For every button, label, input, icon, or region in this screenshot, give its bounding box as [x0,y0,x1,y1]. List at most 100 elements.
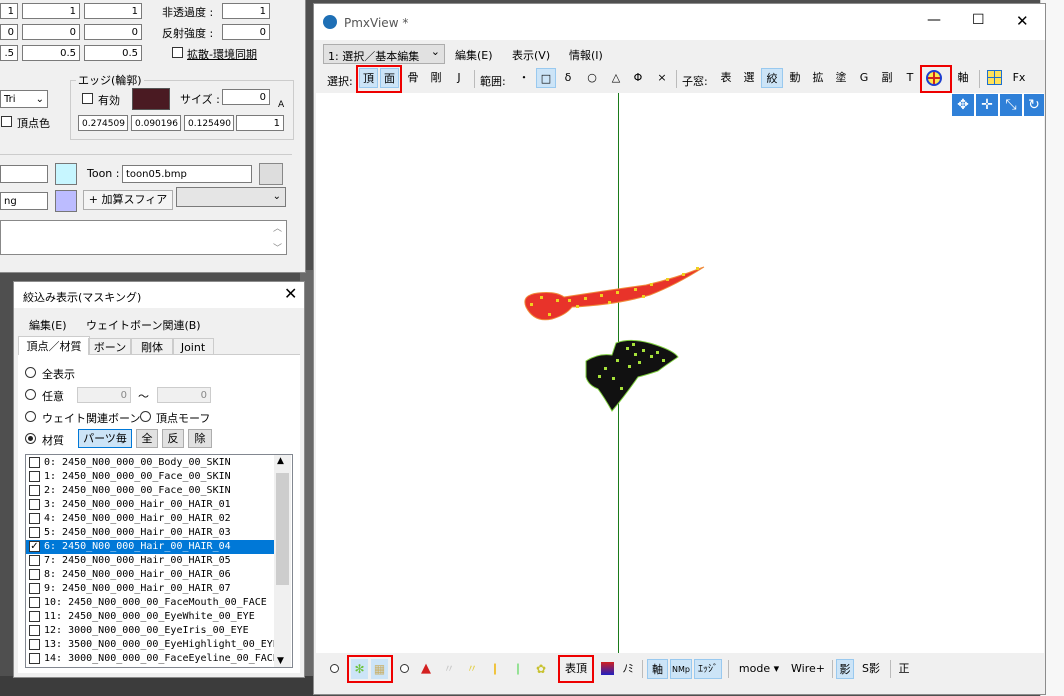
invert-button[interactable]: 反 [162,429,184,448]
list-item-checkbox[interactable] [29,625,40,636]
list-item[interactable]: 10: 2450_N00_000_00_FaceMouth_00_FACE [26,596,274,610]
maximize-icon[interactable]: ☐ [972,12,985,28]
mode-select[interactable]: 1: 選択／基本編集 ⌄ [323,44,445,64]
select-bone-button[interactable]: 骨 [404,68,422,88]
menu-edit[interactable]: 編集(E) [29,317,67,333]
sphere-select[interactable]: ⌄ [176,187,286,207]
list-item-checkbox[interactable] [29,555,40,566]
specular-r-field[interactable]: 0 [0,24,18,40]
reflect-field[interactable]: 0 [222,24,270,40]
any-to-field[interactable]: 0 [157,387,211,403]
specular-b-field[interactable]: 0 [84,24,142,40]
radio-weight-bone[interactable] [25,411,36,422]
list-item-checkbox[interactable] [29,611,40,622]
ambient-r-field[interactable]: .5 [0,45,18,61]
list-item-checkbox[interactable] [29,485,40,496]
list-item[interactable]: 9: 2450_N00_000_Hair_00_HAIR_07 [26,582,274,596]
diffuse-r-field[interactable]: 1 [0,3,18,19]
list-item[interactable]: 14: 3000_N00_000_00_FaceEyeline_00_FACE [26,652,279,666]
range-cross-button[interactable]: × [654,68,670,88]
range-triangle-button[interactable]: △ [608,68,624,88]
list-item[interactable]: 3: 2450_N00_000_Hair_00_HAIR_01 [26,498,274,512]
scroll-down-arrow-icon[interactable]: ▼ [277,656,284,666]
memo-textarea[interactable]: ︿ ﹀ [0,220,287,255]
self-shadow-button[interactable]: S影 [858,659,884,679]
list-item[interactable]: 7: 2450_N00_000_Hair_00_HAIR_05 [26,554,274,568]
range-delta-button[interactable]: δ [560,68,576,88]
toon-field[interactable]: toon05.bmp [122,165,252,183]
nomi-button[interactable]: ﾉﾐ [620,659,636,679]
menu-info[interactable]: 情報(I) [569,47,603,63]
edge-b-field[interactable]: 0.125490 [184,115,234,131]
normal-display-icon[interactable]: ▲ [418,661,434,677]
close-icon[interactable]: ✕ [284,284,297,303]
grid-icon[interactable] [987,70,1002,85]
range-phi-button[interactable]: Φ [630,68,646,88]
ambient-b-field[interactable]: 0.5 [84,45,142,61]
scroll-down-icon[interactable]: ﹀ [273,241,282,254]
material-list[interactable]: 0: 2450_N00_000_00_Body_00_SKIN 1: 2450_N… [25,454,293,668]
edge-color-swatch[interactable] [132,88,170,110]
list-item-checkbox[interactable] [29,471,40,482]
radio-show-all[interactable] [25,367,36,378]
list-item[interactable]: 0: 2450_N00_000_00_Body_00_SKIN [26,456,274,470]
scroll-thumb[interactable] [276,473,289,585]
edge-r-field[interactable]: 0.274509 [78,115,128,131]
sphere-mode-button[interactable]: + 加算スフィア [83,190,173,210]
any-from-field[interactable]: 0 [77,387,131,403]
list-item-checkbox[interactable] [29,499,40,510]
edge-enabled-checkbox[interactable] [82,93,93,104]
child-select-button[interactable]: 選 [740,68,758,88]
opacity-field[interactable]: 1 [222,3,270,19]
list-item-checkbox[interactable] [29,653,40,664]
range-circle-button[interactable]: ○ [584,68,600,88]
bottom-radio-1[interactable] [330,664,339,673]
diffuse-g-field[interactable]: 1 [22,3,80,19]
toon-color-swatch[interactable] [259,163,283,185]
wire-display-icon[interactable]: 〃 [441,661,457,677]
list-item[interactable]: 4: 2450_N00_000_Hair_00_HAIR_02 [26,512,274,526]
list-item[interactable]: 12: 3000_N00_000_00_EyeIris_00_EYE [26,624,274,638]
rigid-display-icon[interactable]: ❙ [487,661,503,677]
edge-size-field[interactable]: 0 [222,89,270,105]
edge-a-field[interactable]: 1 [236,115,284,131]
diffuse-b-field[interactable]: 1 [84,3,142,19]
parts-button[interactable]: パーツ毎 [78,429,132,448]
select-all-button[interactable]: 全 [136,429,158,448]
list-item[interactable]: 8: 2450_N00_000_Hair_00_HAIR_06 [26,568,274,582]
mode-dropdown[interactable]: mode ▾ [734,659,784,679]
radio-any[interactable] [25,389,36,400]
wire-plus-button[interactable]: Wire+ [788,659,828,679]
select-joint-button[interactable]: J [450,68,468,88]
color-square-icon[interactable] [601,662,614,675]
child-table-button[interactable]: 表 [717,68,735,88]
texture-color-swatch[interactable] [55,163,77,185]
remove-button[interactable]: 除 [188,429,212,448]
child-move-button[interactable]: 動 [786,68,804,88]
specular-g-field[interactable]: 0 [22,24,80,40]
sphere-color-swatch[interactable] [55,190,77,212]
front-view-button[interactable]: 正 [895,659,913,679]
list-item[interactable]: 2: 2450_N00_000_00_Face_00_SKIN [26,484,274,498]
list-item-checkbox[interactable] [29,569,40,580]
list-item-checkbox[interactable]: ✓ [29,541,40,552]
list-item-checkbox[interactable] [29,597,40,608]
texture-field[interactable] [0,165,48,183]
radio-material[interactable] [25,433,36,444]
radio-vertex-morph[interactable] [140,411,151,422]
tab-vertex-material[interactable]: 頂点／材質 [18,336,90,357]
ambient-g-field[interactable]: 0.5 [22,45,80,61]
tri-select[interactable]: Tri ⌄ [0,90,48,108]
shadow-button[interactable]: 影 [836,659,854,679]
bottom-radio-2[interactable] [400,664,409,673]
list-item[interactable]: ✓ 6: 2450_N00_000_Hair_00_HAIR_04 [26,540,274,554]
list-item-checkbox[interactable] [29,583,40,594]
list-item[interactable]: 11: 2450_N00_000_00_EyeWhite_00_EYE [26,610,274,624]
bottom-axis-button[interactable]: 軸 [647,659,668,679]
axis-button[interactable]: 軸 [952,68,974,88]
list-item-checkbox[interactable] [29,457,40,468]
joint-display-icon[interactable]: ❙ [510,661,526,677]
soft-display-icon[interactable]: ✿ [533,661,549,677]
scroll-up-icon[interactable]: ︿ [273,221,282,234]
vertex-color-checkbox[interactable] [1,116,12,127]
